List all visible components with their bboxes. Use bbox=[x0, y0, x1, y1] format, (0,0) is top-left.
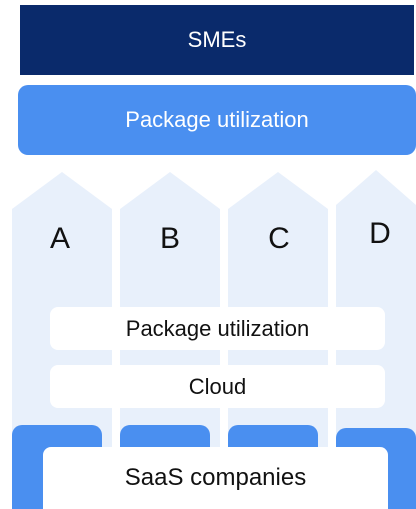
column-label-b: B bbox=[159, 222, 180, 255]
saas-companies-box: SaaS companies bbox=[43, 447, 388, 509]
package-utilization-banner-label: Package utilization bbox=[125, 107, 309, 132]
saas-companies-label: SaaS companies bbox=[124, 464, 307, 491]
column-label-d: D bbox=[369, 217, 391, 250]
cloud-layer-label: Cloud bbox=[188, 373, 247, 399]
smes-banner: SMEs bbox=[20, 5, 414, 75]
column-label-a: A bbox=[49, 222, 70, 255]
package-utilization-banner: Package utilization bbox=[18, 85, 416, 155]
package-utilization-layer-label: Package utilization bbox=[125, 315, 310, 341]
package-utilization-layer: Package utilization bbox=[50, 307, 385, 350]
smes-banner-label: SMEs bbox=[187, 27, 247, 52]
cloud-layer: Cloud bbox=[50, 365, 385, 408]
column-label-c: C bbox=[268, 222, 290, 255]
